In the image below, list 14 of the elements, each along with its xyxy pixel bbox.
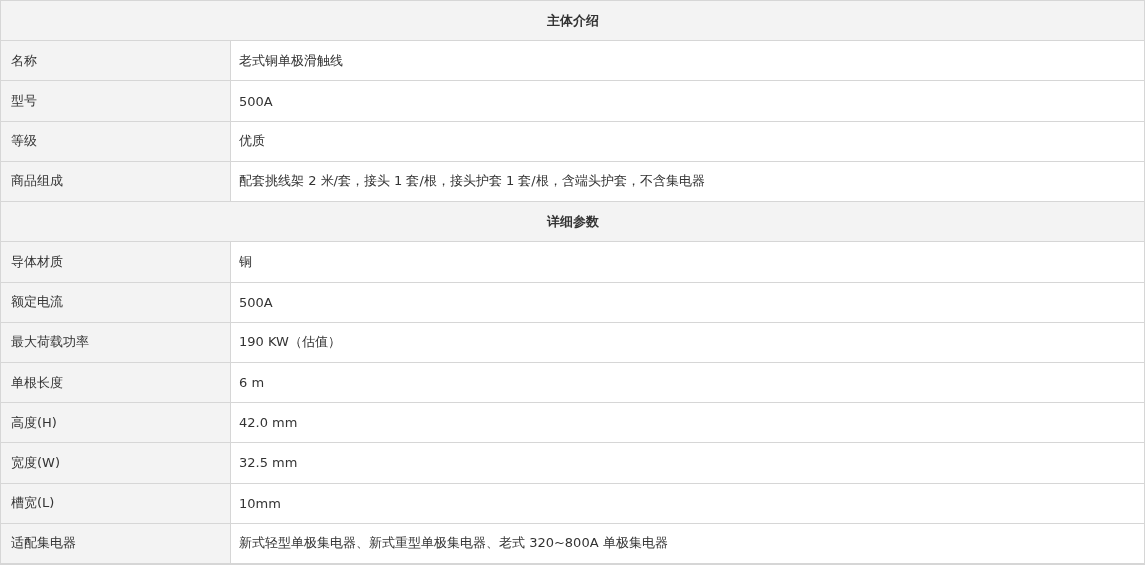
label-cell: 适配集电器 — [1, 523, 231, 564]
label-cell: 高度(H) — [1, 403, 231, 444]
label-cell: 单根长度 — [1, 362, 231, 404]
label-cell: 宽度(W) — [1, 443, 231, 484]
label-cell: 额定电流 — [1, 282, 231, 323]
section-header: 详细参数 — [1, 202, 1144, 243]
label-cell: 名称 — [1, 41, 231, 82]
label-cell: 导体材质 — [1, 242, 231, 283]
label-cell: 型号 — [1, 81, 231, 122]
label-cell: 等级 — [1, 121, 231, 162]
label-cell: 槽宽(L) — [1, 483, 231, 524]
section-header: 主体介绍 — [1, 1, 1144, 42]
label-cell: 最大荷载功率 — [1, 322, 231, 363]
label-cell: 商品组成 — [1, 161, 231, 203]
